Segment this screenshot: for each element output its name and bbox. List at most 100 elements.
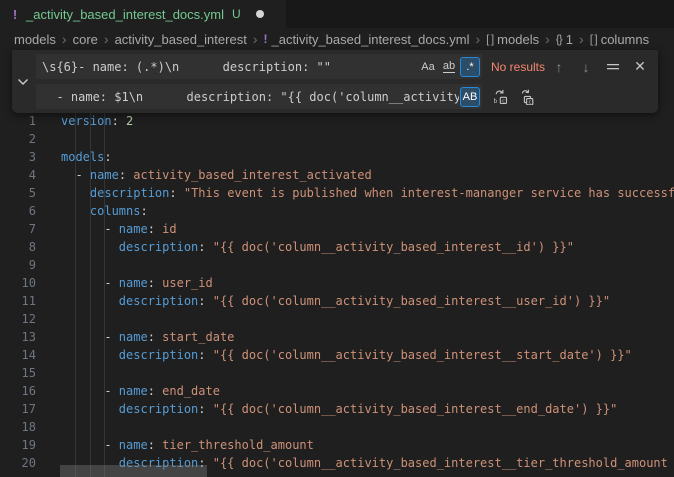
- find-in-selection-button[interactable]: [603, 57, 623, 77]
- code-line[interactable]: 10 - name: user_id: [0, 274, 674, 292]
- selection-lines-icon: [606, 61, 620, 73]
- code-line[interactable]: 5 description: "This event is published …: [0, 184, 674, 202]
- code-text: version: 2: [61, 112, 133, 130]
- breadcrumb-label: activity_based_interest: [115, 32, 247, 47]
- line-number: 7: [0, 220, 36, 238]
- find-row: \s{6}- name: (.*)\n description: "" Aa a…: [36, 54, 650, 79]
- code-text: description: "This event is published wh…: [61, 184, 674, 202]
- breadcrumb-item[interactable]: core: [73, 32, 98, 47]
- line-number: 15: [0, 364, 36, 382]
- code-line[interactable]: 9: [0, 256, 674, 274]
- code-line[interactable]: 13 - name: start_date: [0, 328, 674, 346]
- array-symbol-icon: [ ]: [486, 32, 493, 46]
- code-line[interactable]: 3 models:: [0, 148, 674, 166]
- code-line[interactable]: 17 description: "{{ doc('column__activit…: [0, 400, 674, 418]
- unsaved-changes-dot-icon[interactable]: [256, 10, 264, 18]
- next-match-button[interactable]: ↓: [576, 57, 596, 77]
- breadcrumb-label: columns: [601, 32, 649, 47]
- toggle-replace-button[interactable]: [12, 50, 34, 113]
- line-number: 3: [0, 148, 36, 166]
- chevron-down-icon: [17, 78, 29, 86]
- code-line[interactable]: 6 columns:: [0, 202, 674, 220]
- code-text: - name: end_date: [61, 382, 220, 400]
- find-widget: \s{6}- name: (.*)\n description: "" Aa a…: [12, 50, 658, 113]
- code-text: - name: tier_threshold_amount: [61, 436, 314, 454]
- tab-active-file[interactable]: ! _activity_based_interest_docs.yml U: [0, 0, 286, 28]
- previous-match-button[interactable]: ↑: [549, 57, 569, 77]
- code-text: models:: [61, 148, 112, 166]
- close-find-button[interactable]: ✕: [630, 57, 650, 77]
- breadcrumb-item[interactable]: models: [14, 32, 56, 47]
- arrow-up-icon: ↑: [556, 59, 563, 75]
- code-text: - name: id: [61, 220, 177, 238]
- breadcrumb-item[interactable]: [ ] models: [486, 32, 539, 47]
- code-line[interactable]: 16 - name: end_date: [0, 382, 674, 400]
- svg-text:c: c: [528, 99, 531, 104]
- replace-all-button[interactable]: c: [516, 87, 536, 107]
- breadcrumb-item[interactable]: {}1: [556, 32, 573, 47]
- code-line[interactable]: 15: [0, 364, 674, 382]
- line-number: 8: [0, 238, 36, 256]
- replace-one-button[interactable]: c b: [490, 87, 510, 107]
- match-case-button[interactable]: Aa: [418, 57, 438, 77]
- breadcrumb-label: _activity_based_interest_docs.yml: [271, 32, 469, 47]
- code-line[interactable]: 14 description: "{{ doc('column__activit…: [0, 346, 674, 364]
- horizontal-scrollbar[interactable]: [60, 465, 207, 477]
- tab-filename: _activity_based_interest_docs.yml: [26, 7, 224, 22]
- code-lines: 1 version: 223 models:4 - name: activity_b…: [0, 112, 674, 472]
- code-line[interactable]: 7 - name: id: [0, 220, 674, 238]
- line-number: 20: [0, 454, 36, 472]
- git-status-badge: U: [232, 7, 241, 21]
- yaml-file-icon: !: [10, 7, 20, 22]
- replace-icon: c b: [492, 89, 508, 105]
- code-line[interactable]: 18: [0, 418, 674, 436]
- chevron-right-icon: ›: [545, 31, 550, 47]
- whole-word-button[interactable]: ab: [439, 57, 459, 77]
- line-number: 1: [0, 112, 36, 130]
- code-line[interactable]: 12: [0, 310, 674, 328]
- line-number: 16: [0, 382, 36, 400]
- code-text: columns:: [61, 202, 148, 220]
- line-number: 9: [0, 256, 36, 274]
- line-number: 5: [0, 184, 36, 202]
- line-number: 12: [0, 310, 36, 328]
- close-icon: ✕: [634, 58, 646, 75]
- svg-text:c: c: [502, 98, 505, 104]
- breadcrumb-item[interactable]: ! _activity_based_interest_docs.yml: [263, 32, 469, 47]
- chevron-right-icon: ›: [104, 31, 109, 47]
- find-query-text[interactable]: \s{6}- name: (.*)\n description: "": [42, 60, 417, 74]
- code-line[interactable]: 11 description: "{{ doc('column__activit…: [0, 292, 674, 310]
- breadcrumb-item[interactable]: activity_based_interest: [115, 32, 247, 47]
- replace-value-text[interactable]: - name: $1\n description: "{{ doc('colum…: [42, 90, 459, 104]
- breadcrumb-label: models: [14, 32, 56, 47]
- breadcrumb-item[interactable]: [ ] columns: [590, 32, 649, 47]
- array-symbol-icon: [ ]: [590, 32, 597, 46]
- arrow-down-icon: ↓: [583, 59, 590, 75]
- code-line[interactable]: 19 - name: tier_threshold_amount: [0, 436, 674, 454]
- code-line[interactable]: 4 - name: activity_based_interest_activa…: [0, 166, 674, 184]
- regex-button[interactable]: .*: [460, 57, 480, 77]
- code-line[interactable]: 2: [0, 130, 674, 148]
- code-editor[interactable]: 1 version: 223 models:4 - name: activity_b…: [0, 112, 674, 477]
- chevron-right-icon: ›: [62, 31, 67, 47]
- line-number: 4: [0, 166, 36, 184]
- code-text: - name: start_date: [61, 328, 234, 346]
- line-number: 17: [0, 400, 36, 418]
- yaml-symbol-icon: !: [263, 32, 267, 46]
- object-symbol-icon: {}: [556, 32, 562, 46]
- breadcrumb: models › core › activity_based_interest ›! _ac…: [0, 28, 674, 50]
- svg-text:b: b: [494, 97, 498, 104]
- breadcrumb-label: models: [497, 32, 539, 47]
- replace-input[interactable]: - name: $1\n description: "{{ doc('colum…: [36, 84, 482, 109]
- code-text: description: "{{ doc('column__activity_b…: [61, 346, 632, 364]
- code-line[interactable]: 8 description: "{{ doc('column__activity…: [0, 238, 674, 256]
- preserve-case-button[interactable]: AB: [460, 87, 480, 107]
- code-line[interactable]: 1 version: 2: [0, 112, 674, 130]
- breadcrumb-label: core: [73, 32, 98, 47]
- chevron-right-icon: ›: [579, 31, 584, 47]
- replace-all-icon: c: [518, 89, 534, 105]
- line-number: 10: [0, 274, 36, 292]
- replace-row: - name: $1\n description: "{{ doc('colum…: [36, 84, 650, 109]
- line-number: 6: [0, 202, 36, 220]
- find-input[interactable]: \s{6}- name: (.*)\n description: "" Aa a…: [36, 54, 482, 79]
